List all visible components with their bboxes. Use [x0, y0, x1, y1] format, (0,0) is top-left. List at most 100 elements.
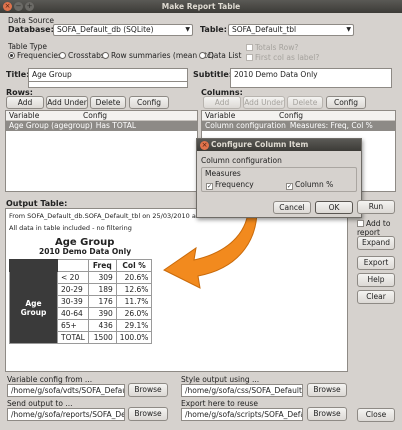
column-config: Measures: Freq, Col % — [289, 121, 373, 130]
close-button[interactable]: Close — [357, 408, 395, 422]
database-combo[interactable]: SOFA_Default_db (SQLite) ▼ — [53, 24, 193, 36]
table-cell-label: 40-64 — [57, 307, 89, 320]
dialog-title: Configure Column Item — [211, 140, 309, 149]
radio-icon — [59, 52, 66, 59]
measures-frame: Measures ✓ Frequency ✓ Column % — [201, 167, 357, 192]
table-type-heading: Table Type — [8, 42, 48, 51]
export-button[interactable]: Export — [357, 256, 395, 270]
dialog-titlebar: Configure Column Item — [197, 139, 361, 151]
radio-icon — [102, 52, 109, 59]
row-variable: Age Group (agegroup) — [9, 121, 93, 130]
export-here-browse-button[interactable]: Browse — [307, 407, 347, 421]
dialog-cancel-button[interactable]: Cancel — [273, 201, 311, 214]
radio-row-summaries[interactable]: Row summaries (mean etc) — [102, 51, 214, 60]
table-cell-label: 30-39 — [57, 295, 89, 308]
columns-add-under-button[interactable]: Add Under — [243, 96, 285, 109]
table-row: Age Group < 20 309 20.6% — [9, 271, 153, 344]
radio-data-list[interactable]: Data List — [199, 51, 241, 60]
table-cell-pct: 11.7% — [115, 295, 153, 308]
checkbox-label: Totals Row? — [255, 43, 299, 52]
close-window-icon[interactable]: × — [3, 2, 12, 11]
rows-list[interactable]: Variable Config Age Group (agegroup) Has… — [5, 110, 198, 192]
export-here-label: Export here to reuse — [181, 399, 258, 408]
window-controls: × − + — [3, 2, 34, 11]
style-output-input[interactable]: /home/g/sofa/css/SOFA_Default_Style.c — [181, 384, 303, 397]
table-row-variable: Age Group — [9, 271, 58, 344]
checkbox-icon — [357, 220, 364, 227]
minimize-window-icon[interactable]: − — [14, 2, 23, 11]
expand-button[interactable]: Expand — [357, 236, 395, 250]
subtitle-label: Subtitle: — [193, 70, 232, 79]
run-button[interactable]: Run — [357, 200, 395, 214]
first-col-label-checkbox[interactable]: First col as label? — [246, 53, 319, 62]
maximize-window-icon[interactable]: + — [25, 2, 34, 11]
export-here-input[interactable]: /home/g/sofa/scripts/SOFA_Default_Exp — [181, 408, 303, 421]
checkbox-label: Frequency — [215, 180, 254, 189]
radio-icon — [199, 52, 206, 59]
help-button[interactable]: Help — [357, 273, 395, 287]
rows-add-button[interactable]: Add — [6, 96, 44, 109]
subtitle-input[interactable]: 2010 Demo Data Only — [230, 68, 392, 88]
table-cell-label: < 20 — [57, 271, 89, 284]
columns-config-button[interactable]: Config — [326, 96, 366, 109]
database-label: Database: — [8, 25, 54, 34]
style-output-browse-button[interactable]: Browse — [307, 383, 347, 397]
column-header: Variable — [9, 111, 40, 120]
column-pct-checkbox[interactable]: ✓ Column % — [286, 180, 333, 190]
variable-config-value: /home/g/sofa/vdts/SOFA_Default_Var — [11, 386, 124, 395]
table-header-row: Freq Col % — [9, 259, 153, 272]
add-to-report-checkbox[interactable]: Add to report — [357, 219, 399, 237]
radio-crosstabs[interactable]: Crosstabs — [59, 51, 105, 60]
title-input-value: Age Group — [32, 70, 72, 79]
rows-delete-button[interactable]: Delete — [90, 96, 126, 109]
chevron-down-icon: ▼ — [346, 26, 351, 33]
columns-list-item[interactable]: Column configuration Measures: Freq, Col… — [202, 121, 395, 131]
checkbox-label: Column % — [295, 180, 334, 189]
column-header: Variable — [205, 111, 236, 120]
radio-frequencies[interactable]: Frequencies — [8, 51, 62, 60]
title-input[interactable]: Age Group — [28, 68, 188, 82]
table-combo[interactable]: SOFA_Default_tbl ▼ — [228, 24, 354, 36]
database-value: SOFA_Default_db (SQLite) — [57, 25, 154, 34]
columns-delete-button[interactable]: Delete — [287, 96, 323, 109]
variable-config-browse-button[interactable]: Browse — [128, 383, 168, 397]
clear-button[interactable]: Clear — [357, 290, 395, 304]
output-filter-line: All data in table included - no filterin… — [9, 224, 132, 232]
table-header-colpct: Col % — [115, 259, 153, 272]
totals-row-checkbox[interactable]: Totals Row? — [246, 43, 298, 52]
title-label: Title: — [6, 70, 30, 79]
table-cell-pct: 26.0% — [115, 307, 153, 320]
checkbox-icon — [246, 44, 253, 51]
radio-label: Crosstabs — [68, 51, 105, 60]
table-header-blank — [57, 259, 89, 272]
report-subtitle: 2010 Demo Data Only — [39, 247, 132, 256]
columns-add-button[interactable]: Add — [203, 96, 241, 109]
send-output-input[interactable]: /home/g/sofa/reports/SOFA_Default_N — [7, 408, 125, 421]
output-table-heading: Output Table: — [6, 199, 68, 208]
data-source-heading: Data Source — [8, 16, 55, 25]
table-cell-freq: 1500 — [87, 331, 117, 344]
window-titlebar: Make Report Table — [0, 0, 402, 13]
rows-config-button[interactable]: Config — [129, 96, 169, 109]
variable-config-label: Variable config from ... — [7, 375, 93, 384]
frequency-checkbox[interactable]: ✓ Frequency — [206, 180, 254, 190]
window-title: Make Report Table — [161, 2, 241, 11]
variable-config-input[interactable]: /home/g/sofa/vdts/SOFA_Default_Var — [7, 384, 125, 397]
style-output-value: /home/g/sofa/css/SOFA_Default_Style.c — [185, 386, 302, 395]
rows-add-under-button[interactable]: Add Under — [46, 96, 88, 109]
send-output-browse-button[interactable]: Browse — [128, 407, 168, 421]
table-cell-pct: 12.6% — [115, 283, 153, 296]
table-label: Table: — [200, 25, 227, 34]
frequency-table: Freq Col % Age Group < 20 309 20.6% 20-2… — [9, 259, 153, 344]
rows-list-item[interactable]: Age Group (agegroup) Has TOTAL — [6, 121, 197, 131]
export-here-value: /home/g/sofa/scripts/SOFA_Default_Exp — [185, 410, 302, 419]
subtitle-input-value: 2010 Demo Data Only — [234, 70, 318, 79]
column-header: Config — [279, 111, 304, 120]
configure-column-dialog[interactable]: Configure Column Item × Column configura… — [196, 138, 362, 218]
radio-label: Frequencies — [17, 51, 62, 60]
dialog-close-icon[interactable]: × — [200, 140, 209, 150]
table-corner — [9, 259, 58, 272]
radio-selected-icon — [8, 52, 15, 59]
table-cell-freq: 189 — [87, 283, 117, 296]
dialog-ok-button[interactable]: OK — [315, 201, 353, 214]
